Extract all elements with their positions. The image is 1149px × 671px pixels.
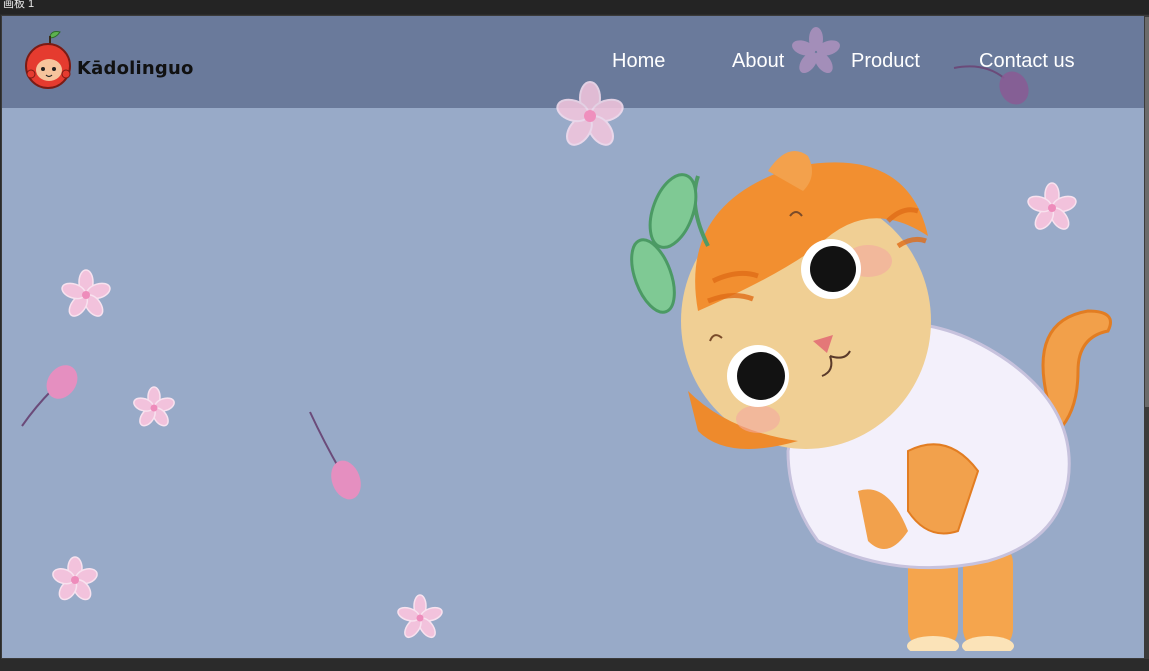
scrollbar-thumb[interactable] bbox=[1145, 17, 1149, 407]
artboard: Kādolinguo Home About Product Contact us bbox=[1, 15, 1145, 659]
orange-cat-with-sprout-illustration bbox=[630, 151, 1112, 651]
bottom-status-bar bbox=[0, 659, 1149, 671]
pink-flower-icon bbox=[61, 269, 111, 317]
window-titlebar: 画板 1 bbox=[0, 0, 1149, 14]
pink-flower-icon bbox=[556, 81, 624, 146]
pink-flower-icon bbox=[397, 594, 443, 639]
nav-product[interactable]: Product bbox=[851, 50, 920, 73]
brand-logo[interactable]: Kādolinguo bbox=[22, 30, 193, 94]
pink-flower-icon bbox=[792, 27, 840, 74]
vertical-scrollbar[interactable] bbox=[1145, 15, 1149, 659]
nav-about[interactable]: About bbox=[732, 50, 784, 73]
apple-mascot-icon bbox=[25, 31, 71, 89]
pink-flower-bud-icon bbox=[953, 65, 1029, 105]
pink-flower-bud-icon bbox=[309, 411, 361, 500]
pink-flower-icon bbox=[52, 556, 98, 601]
nav-home[interactable]: Home bbox=[612, 50, 665, 73]
brand-name: Kādolinguo bbox=[77, 58, 194, 79]
window-title: 画板 1 bbox=[3, 0, 35, 10]
pink-flower-bud-icon bbox=[21, 365, 78, 427]
pink-flower-icon bbox=[133, 386, 175, 427]
